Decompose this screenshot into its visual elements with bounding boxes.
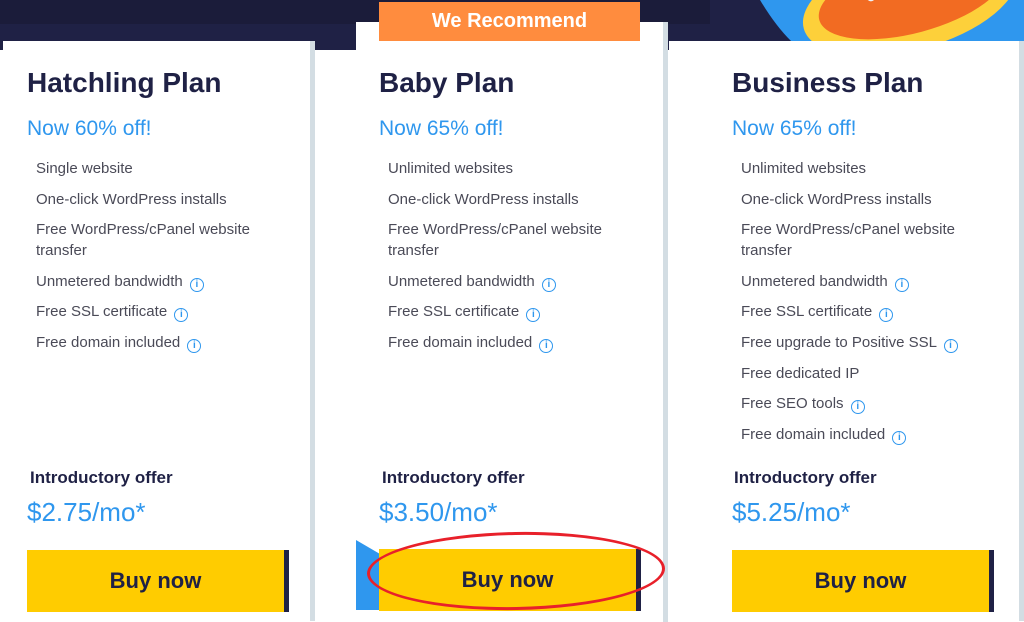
plan-discount: Now 65% off! xyxy=(379,117,504,140)
feature-item: Free SEO tools i xyxy=(741,393,991,415)
feature-list: Unlimited websites One-click WordPress in… xyxy=(741,158,991,454)
feature-text: Free upgrade to Positive SSL xyxy=(741,333,937,351)
buy-now-button[interactable]: Buy now xyxy=(732,550,994,612)
feature-text: Free WordPress/cPanel website transfer xyxy=(388,221,602,260)
plan-card-hatchling: Hatchling Plan Now 60% off! Single websi… xyxy=(3,41,315,621)
feature-item: Free domain included i xyxy=(36,332,286,353)
info-icon[interactable]: i xyxy=(892,430,907,445)
plan-discount: Now 60% off! xyxy=(27,117,152,140)
feature-text: Single website xyxy=(36,160,133,177)
info-icon[interactable]: i xyxy=(879,308,894,323)
info-icon[interactable]: i xyxy=(894,277,909,292)
feature-item: Free SSL certificate i xyxy=(388,301,638,323)
feature-text: One-click WordPress installs xyxy=(388,190,579,208)
feature-text: Unlimited websites xyxy=(741,160,867,177)
feature-text: One-click WordPress installs xyxy=(741,190,932,208)
feature-item: One-click WordPress installs xyxy=(388,189,638,210)
recommended-badge: We Recommend xyxy=(379,2,640,41)
feature-item: Free SSL certificate i xyxy=(741,301,991,323)
info-icon[interactable]: i xyxy=(526,308,541,323)
plan-title: Baby Plan xyxy=(379,67,515,98)
info-icon[interactable]: i xyxy=(189,277,204,292)
intro-offer-label: Introductory offer xyxy=(734,468,877,487)
feature-item: Free upgrade to Positive SSL i xyxy=(741,332,991,353)
buy-now-button[interactable]: Buy now xyxy=(27,550,289,612)
feature-item: Unlimited websites xyxy=(388,158,638,179)
buy-now-button[interactable]: Buy now xyxy=(379,549,641,611)
feature-list: Unlimited websites One-click WordPress in… xyxy=(388,158,638,363)
plan-price: $2.75/mo* xyxy=(27,497,146,527)
intro-offer-label: Introductory offer xyxy=(30,468,173,487)
plan-title: Business Plan xyxy=(732,67,924,98)
feature-list: Single website One-click WordPress instal… xyxy=(36,158,286,363)
info-icon[interactable]: i xyxy=(541,277,556,292)
plan-discount: Now 65% off! xyxy=(732,117,857,140)
feature-item: Free WordPress/cPanel website transfer xyxy=(741,219,991,261)
feature-item: Free WordPress/cPanel website transfer xyxy=(388,219,638,261)
feature-text: Free domain included xyxy=(36,333,181,351)
feature-text: Unlimited websites xyxy=(388,160,514,177)
feature-item: Unlimited websites xyxy=(741,158,991,179)
feature-item: Free dedicated IP xyxy=(741,363,991,384)
plan-price: $5.25/mo* xyxy=(732,497,851,527)
feature-text: Free domain included xyxy=(388,333,533,351)
feature-text: Free SEO tools xyxy=(741,395,844,413)
feature-text: Free SSL certificate xyxy=(741,303,873,321)
plan-price: $3.50/mo* xyxy=(379,497,498,527)
feature-text: Free domain included xyxy=(741,425,886,443)
feature-item: Free SSL certificate i xyxy=(36,301,286,323)
feature-item: One-click WordPress installs xyxy=(741,189,991,210)
feature-text: Unmetered bandwidth xyxy=(741,272,888,290)
info-icon[interactable]: i xyxy=(850,400,865,415)
info-icon[interactable]: i xyxy=(539,338,554,353)
feature-text: Unmetered bandwidth xyxy=(36,272,183,290)
intro-offer-label: Introductory offer xyxy=(382,468,525,487)
feature-item: Free domain included i xyxy=(388,332,638,353)
info-icon[interactable]: i xyxy=(943,338,958,353)
feature-text: Free WordPress/cPanel website transfer xyxy=(741,221,955,260)
plan-card-business: Business Plan Now 65% off! Unlimited web… xyxy=(669,41,1024,621)
plan-card-baby: Baby Plan Now 65% off! Unlimited website… xyxy=(356,22,668,622)
plan-title: Hatchling Plan xyxy=(27,67,222,98)
feature-text: Free WordPress/cPanel website transfer xyxy=(36,221,250,260)
feature-text: Free dedicated IP xyxy=(741,364,860,382)
feature-text: Free SSL certificate xyxy=(36,303,168,321)
feature-text: Free SSL certificate xyxy=(388,303,520,321)
feature-item: Free WordPress/cPanel website transfer xyxy=(36,219,286,261)
feature-item: One-click WordPress installs xyxy=(36,189,286,210)
feature-item: Unmetered bandwidth i xyxy=(36,271,286,292)
info-icon[interactable]: i xyxy=(174,308,189,323)
feature-text: One-click WordPress installs xyxy=(36,190,227,208)
feature-item: Single website xyxy=(36,158,286,179)
feature-item: Unmetered bandwidth i xyxy=(388,271,638,292)
feature-item: Unmetered bandwidth i xyxy=(741,271,991,292)
feature-item: Free domain included i xyxy=(741,424,991,445)
info-icon[interactable]: i xyxy=(187,338,202,353)
feature-text: Unmetered bandwidth xyxy=(388,272,535,290)
